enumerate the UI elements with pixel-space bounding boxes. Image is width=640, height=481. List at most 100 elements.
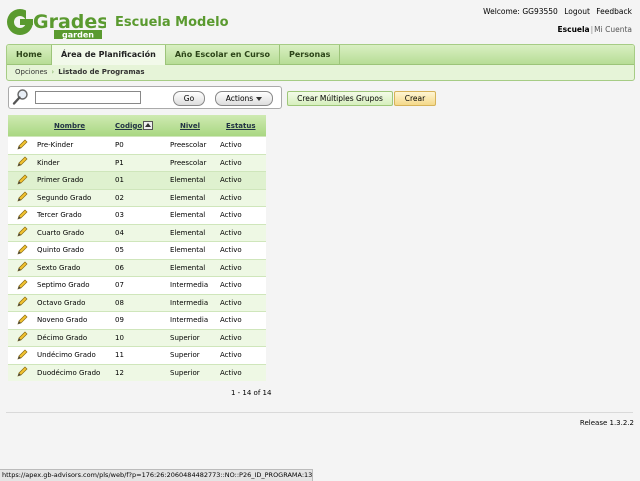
cell-estatus-text: Activo — [220, 298, 242, 307]
breadcrumb-arrow-icon: › — [51, 68, 55, 76]
cell-nombre: Septimo Grado — [36, 276, 113, 294]
cell-estatus: Activo — [220, 258, 266, 277]
edit-cell — [8, 223, 36, 242]
cell-nivel-text: Intermedia — [170, 298, 209, 307]
toggle-escuela[interactable]: Escuela — [558, 25, 590, 34]
toggle-separator: | — [590, 25, 594, 34]
cell-nombre: Sexto Grado — [36, 258, 113, 277]
table-row: Sexto Grado 06 Elemental Activo — [8, 258, 266, 277]
go-button[interactable]: Go — [173, 91, 205, 106]
logo-word-garden: garden — [62, 31, 94, 40]
edit-pencil-icon[interactable] — [16, 244, 28, 257]
tab-personas[interactable]: Personas — [280, 45, 341, 64]
school-name: Escuela Modelo — [115, 15, 229, 30]
create-multiple-groups-button[interactable]: Crear Múltiples Grupos — [287, 91, 393, 106]
actions-menu-button[interactable]: Actions — [215, 91, 273, 106]
cell-codigo-text: P1 — [115, 158, 124, 167]
cell-nombre: Pre-Kinder — [36, 136, 113, 154]
cell-nivel-text: Elemental — [170, 176, 206, 185]
table-row: Pre-Kinder P0 Preescolar Activo — [8, 136, 266, 154]
edit-pencil-icon[interactable] — [16, 156, 28, 169]
header-nombre-label: Nombre — [54, 121, 86, 130]
cell-codigo-text: 11 — [115, 351, 124, 360]
table-header-row: Nombre Codigo Nivel Estatus — [8, 115, 266, 137]
cell-nivel: Elemental — [170, 188, 220, 207]
cell-nombre: Noveno Grado — [36, 311, 113, 329]
tab-area-planificacion[interactable]: Área de Planificación — [51, 45, 166, 65]
edit-pencil-icon[interactable] — [16, 174, 28, 187]
tab-bar: Home Área de Planificación Año Escolar e… — [7, 45, 634, 65]
header-nombre[interactable]: Nombre — [36, 115, 113, 137]
cell-codigo-text: 12 — [115, 368, 124, 377]
edit-cell — [8, 293, 36, 312]
cell-nombre-text: Undécimo Grado — [37, 351, 96, 360]
cell-nombre-text: Cuarto Grado — [37, 228, 85, 237]
cell-nivel: Superior — [170, 328, 220, 347]
logout-link[interactable]: Logout — [564, 7, 590, 16]
toggle-mi-cuenta[interactable]: Mi Cuenta — [594, 25, 632, 34]
cell-estatus: Activo — [220, 293, 266, 312]
cell-nombre-text: Septimo Grado — [37, 281, 90, 290]
cell-estatus: Activo — [220, 346, 266, 364]
cell-estatus-text: Activo — [220, 281, 242, 290]
cell-nombre-text: Primer Grado — [37, 176, 84, 185]
cell-estatus: Activo — [220, 363, 266, 381]
edit-cell — [8, 171, 36, 189]
table-row: Octavo Grado 08 Intermedia Activo — [8, 293, 266, 312]
cell-nombre: Décimo Grado — [36, 328, 113, 347]
cell-nivel: Elemental — [170, 241, 220, 259]
header-codigo[interactable]: Codigo — [113, 115, 170, 137]
edit-pencil-icon[interactable] — [16, 279, 28, 292]
tab-ano-escolar[interactable]: Año Escolar en Curso — [166, 45, 281, 64]
actions-label: Actions — [225, 94, 254, 103]
programs-table: Nombre Codigo Nivel Estatus Pre-Kinder P0… — [8, 115, 266, 381]
cell-nivel: Superior — [170, 346, 220, 364]
edit-pencil-icon[interactable] — [16, 191, 28, 204]
cell-estatus-text: Activo — [220, 316, 242, 325]
edit-pencil-icon[interactable] — [16, 331, 28, 344]
cell-estatus: Activo — [220, 136, 266, 154]
cell-nombre: Cuarto Grado — [36, 223, 113, 242]
cell-codigo: 05 — [113, 241, 170, 259]
edit-cell — [8, 311, 36, 329]
cell-nivel-text: Elemental — [170, 193, 206, 202]
cell-nivel: Intermedia — [170, 311, 220, 329]
breadcrumb: Opciones › Listado de Programas — [7, 65, 634, 79]
edit-pencil-icon[interactable] — [16, 209, 28, 222]
edit-column-header — [8, 115, 36, 137]
tab-home[interactable]: Home — [7, 45, 52, 64]
cell-codigo: 09 — [113, 311, 170, 329]
edit-pencil-icon[interactable] — [16, 314, 28, 327]
edit-pencil-icon[interactable] — [16, 296, 28, 309]
header-nivel[interactable]: Nivel — [170, 115, 220, 137]
cell-estatus: Activo — [220, 241, 266, 259]
cell-estatus-text: Activo — [220, 263, 242, 272]
cell-nivel-text: Elemental — [170, 263, 206, 272]
feedback-link[interactable]: Feedback — [596, 7, 632, 16]
cell-nombre-text: Sexto Grado — [37, 263, 81, 272]
edit-pencil-icon[interactable] — [16, 261, 28, 274]
cell-codigo: 01 — [113, 171, 170, 189]
create-button[interactable]: Crear — [394, 91, 436, 106]
cell-estatus: Activo — [220, 206, 266, 224]
cell-codigo: 08 — [113, 293, 170, 312]
edit-pencil-icon[interactable] — [16, 349, 28, 362]
cell-nombre-text: Tercer Grado — [37, 211, 82, 220]
cell-nivel: Elemental — [170, 206, 220, 224]
cell-estatus-text: Activo — [220, 158, 242, 167]
edit-pencil-icon[interactable] — [16, 139, 28, 152]
edit-pencil-icon[interactable] — [16, 226, 28, 239]
cell-nombre-text: Noveno Grado — [37, 316, 88, 325]
gradesgarden-logo[interactable]: Grades garden — [6, 6, 106, 40]
header-estatus[interactable]: Estatus — [220, 115, 266, 137]
edit-pencil-icon[interactable] — [16, 366, 28, 379]
cell-codigo-text: 08 — [115, 298, 124, 307]
breadcrumb-opciones[interactable]: Opciones — [15, 68, 47, 76]
cell-codigo: 06 — [113, 258, 170, 277]
cell-nombre-text: Kinder — [37, 158, 60, 167]
search-input[interactable] — [35, 91, 141, 104]
table-row: Segundo Grado 02 Elemental Activo — [8, 188, 266, 207]
edit-cell — [8, 346, 36, 364]
cell-nivel: Preescolar — [170, 136, 220, 154]
cell-estatus: Activo — [220, 171, 266, 189]
